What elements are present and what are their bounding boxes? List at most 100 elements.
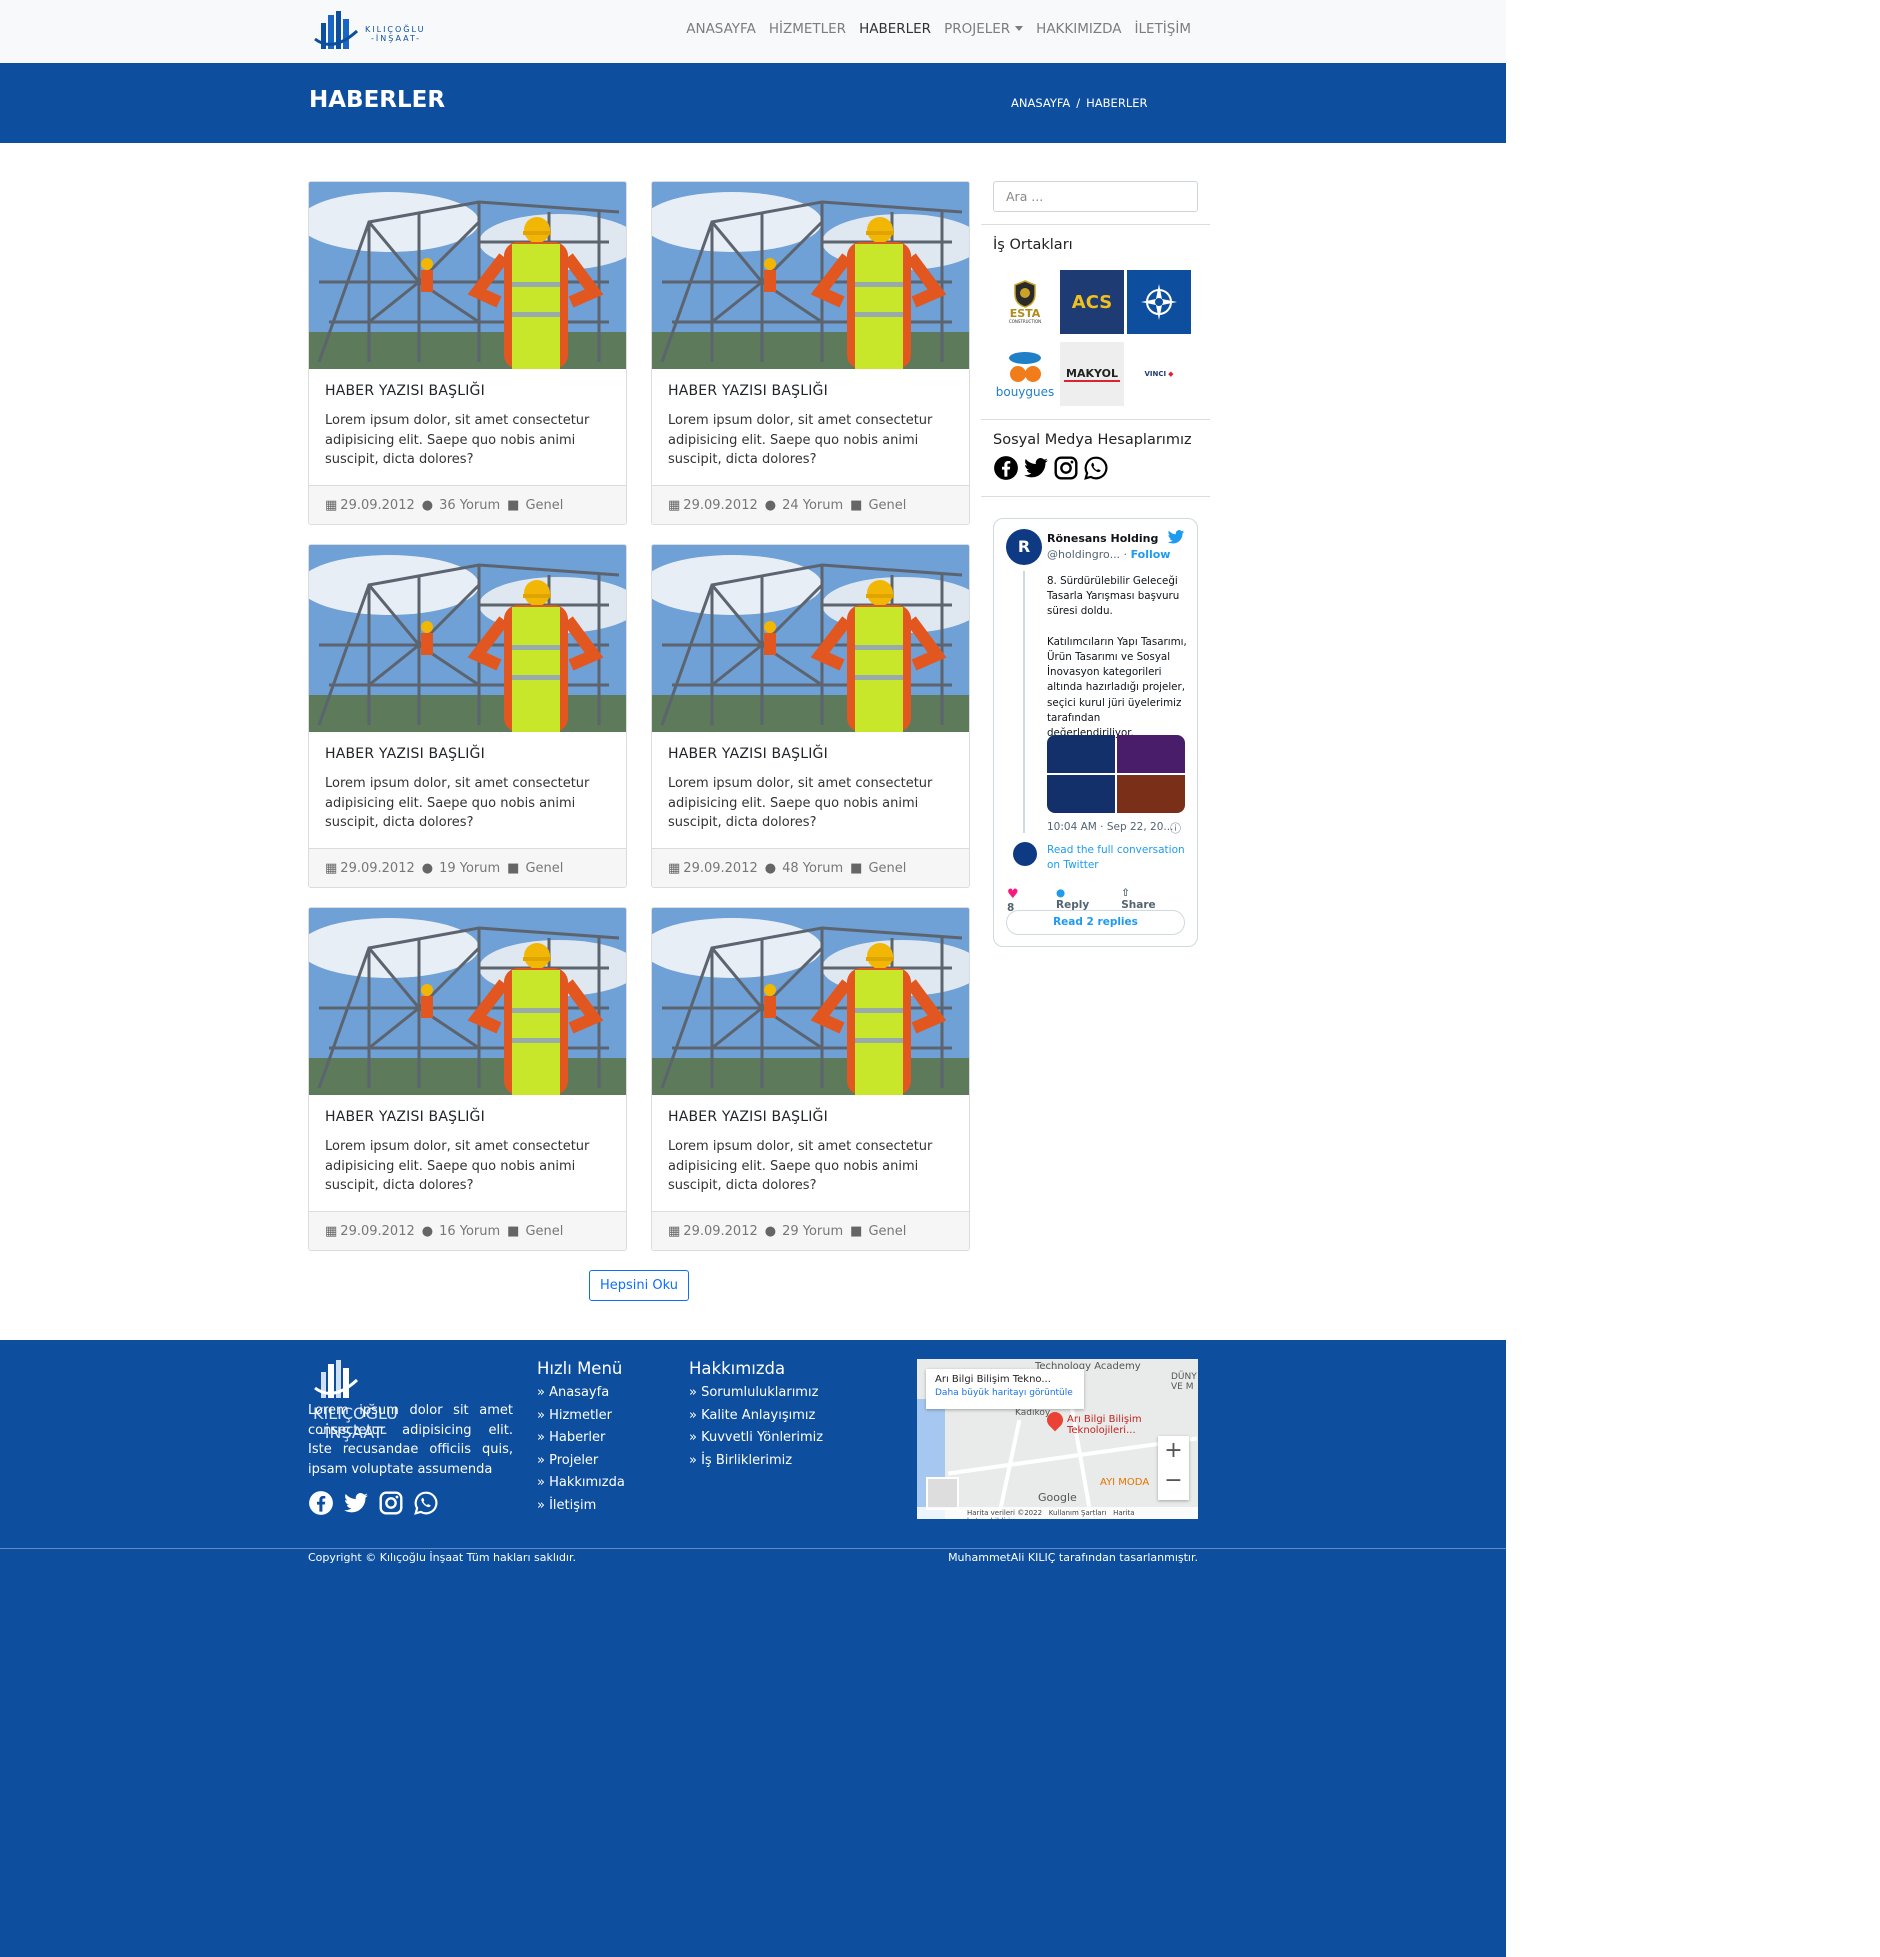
news-card-comments[interactable]: 48 Yorum — [782, 861, 843, 876]
quick-menu-list: » Anasayfa » Hizmetler » Haberler » Proj… — [537, 1382, 625, 1517]
whatsapp-icon[interactable] — [1083, 455, 1109, 481]
tweet-follow-link[interactable]: Follow — [1131, 548, 1171, 561]
news-card[interactable]: HABER YAZISI BAŞLIĞI Lorem ipsum dolor, s… — [308, 181, 627, 525]
tweet-timestamp[interactable]: 10:04 AM · Sep 22, 20... — [1047, 821, 1173, 833]
main-nav: ANASAYFA HİZMETLER HABERLER PROJELER HAK… — [686, 21, 1191, 37]
news-card[interactable]: HABER YAZISI BAŞLIĞI Lorem ipsum dolor, s… — [308, 907, 627, 1251]
calendar-icon: ▦ — [668, 498, 681, 513]
footer-about-text: Lorem ipsum dolor sit amet consectetur a… — [308, 1403, 513, 1477]
news-card-image[interactable] — [652, 908, 969, 1095]
footer-link-sorumluluklar[interactable]: » Sorumluluklarımız — [689, 1382, 823, 1405]
read-replies-button[interactable]: Read 2 replies — [1006, 910, 1185, 935]
map-road — [996, 1419, 1022, 1519]
footer-link-iletisim[interactable]: » İletişim — [537, 1495, 625, 1518]
brand-logo[interactable]: KILIÇOĞLU -İNŞAAT- — [313, 9, 443, 51]
news-card[interactable]: HABER YAZISI BAŞLIĞI Lorem ipsum dolor, s… — [651, 544, 970, 888]
footer-link-projeler[interactable]: » Projeler — [537, 1450, 625, 1473]
facebook-icon[interactable] — [308, 1490, 334, 1516]
news-card-meta: ▦ 29.09.2012 ● 16 Yorum ■ Genel — [309, 1211, 626, 1250]
calendar-icon: ▦ — [668, 1224, 681, 1239]
info-icon[interactable]: ⓘ — [1170, 820, 1181, 836]
folder-icon: ■ — [850, 498, 863, 513]
partner-bouygues-logo[interactable]: bouygues — [993, 342, 1057, 406]
quick-menu-title: Hızlı Menü — [537, 1359, 623, 1378]
map-street-view-thumb[interactable] — [926, 1477, 959, 1510]
news-card-comments[interactable]: 19 Yorum — [439, 861, 500, 876]
heart-icon: ♥ — [1007, 887, 1019, 902]
news-card-comments[interactable]: 16 Yorum — [439, 1224, 500, 1239]
tweet-handle-text[interactable]: @holdingro... — [1047, 548, 1120, 561]
news-card-category[interactable]: Genel — [868, 861, 906, 876]
logo-text-line1: KILIÇOĞLU — [365, 25, 426, 34]
news-card[interactable]: HABER YAZISI BAŞLIĞI Lorem ipsum dolor, s… — [651, 181, 970, 525]
tweet-author-name[interactable]: Rönesans Holding — [1047, 532, 1158, 545]
partner-makyol-logo[interactable]: MAKYOL — [1060, 342, 1124, 406]
news-card-image[interactable] — [309, 182, 626, 369]
footer-link-hakkimizda[interactable]: » Hakkımızda — [537, 1472, 625, 1495]
instagram-icon[interactable] — [378, 1490, 404, 1516]
read-full-conversation-link[interactable]: Read the full conversation on Twitter — [1047, 843, 1187, 873]
partner-acs-logo[interactable]: ACS — [1060, 270, 1124, 334]
search-input[interactable]: Ara ... — [993, 181, 1198, 212]
copyright-text: Copyright © Kılıçoğlu İnşaat Tüm hakları… — [308, 1551, 576, 1564]
nav-hakkimizda[interactable]: HAKKIMIZDA — [1036, 21, 1121, 37]
news-card-comments[interactable]: 24 Yorum — [782, 498, 843, 513]
partner-esta-name: ESTA — [1009, 307, 1041, 320]
vinci-mark-icon: ◆ — [1168, 370, 1174, 378]
news-card-title[interactable]: HABER YAZISI BAŞLIĞI — [668, 383, 828, 399]
footer-link-birlikler[interactable]: » İş Birliklerimiz — [689, 1450, 823, 1473]
zoom-out-button[interactable]: − — [1158, 1466, 1189, 1496]
news-card-title[interactable]: HABER YAZISI BAŞLIĞI — [668, 746, 828, 762]
tweet-avatar-small — [1013, 842, 1037, 866]
facebook-icon[interactable] — [993, 455, 1019, 481]
nav-haberler[interactable]: HABERLER — [859, 21, 931, 37]
news-card[interactable]: HABER YAZISI BAŞLIĞI Lorem ipsum dolor, s… — [651, 907, 970, 1251]
twitter-icon[interactable] — [1023, 455, 1049, 481]
news-card-title[interactable]: HABER YAZISI BAŞLIĞI — [325, 746, 485, 762]
news-card-image[interactable] — [309, 908, 626, 1095]
map-terms-link[interactable]: Kullanım Şartları — [1049, 1509, 1107, 1517]
footer-link-haberler[interactable]: » Haberler — [537, 1427, 625, 1450]
news-card-category[interactable]: Genel — [525, 1224, 563, 1239]
news-card-title[interactable]: HABER YAZISI BAŞLIĞI — [325, 1109, 485, 1125]
news-card-comments[interactable]: 29 Yorum — [782, 1224, 843, 1239]
breadcrumb-home[interactable]: ANASAYFA — [1011, 96, 1070, 110]
news-card-category[interactable]: Genel — [525, 861, 563, 876]
footer-link-yonler[interactable]: » Kuvvetli Yönlerimiz — [689, 1427, 823, 1450]
footer-link-hizmetler[interactable]: » Hizmetler — [537, 1405, 625, 1428]
footer-link-kalite[interactable]: » Kalite Anlayışımız — [689, 1405, 823, 1428]
nav-iletisim[interactable]: İLETİŞİM — [1135, 21, 1191, 37]
news-card-image[interactable] — [652, 182, 969, 369]
comment-icon: ● — [764, 861, 777, 876]
nav-projeler-dropdown[interactable]: PROJELER — [944, 21, 1024, 37]
news-card-comments[interactable]: 36 Yorum — [439, 498, 500, 513]
partner-vinci-logo[interactable]: VINCI ◆ — [1127, 342, 1191, 406]
whatsapp-icon[interactable] — [413, 1490, 439, 1516]
news-card-category[interactable]: Genel — [868, 1224, 906, 1239]
footer-link-anasayfa[interactable]: » Anasayfa — [537, 1382, 625, 1405]
map-data-attr: Harita verileri ©2022 — [967, 1509, 1043, 1517]
news-card-title[interactable]: HABER YAZISI BAŞLIĞI — [668, 1109, 828, 1125]
news-card-category[interactable]: Genel — [525, 498, 563, 513]
footer-logo[interactable]: KILIÇOĞLU -İNŞAAT- — [313, 1358, 443, 1442]
google-map[interactable]: Technology Academy Kadıköy DÜNY VE M AYI… — [917, 1359, 1198, 1519]
nav-anasayfa[interactable]: ANASAYFA — [686, 21, 756, 37]
zoom-in-button[interactable]: + — [1158, 1436, 1189, 1466]
read-all-button[interactable]: Hepsini Oku — [589, 1270, 689, 1301]
partner-esta-logo[interactable]: ESTA CONSTRUCTION — [993, 270, 1057, 334]
twitter-bird-icon[interactable] — [1167, 529, 1185, 549]
calendar-icon: ▦ — [325, 498, 338, 513]
news-card[interactable]: HABER YAZISI BAŞLIĞI Lorem ipsum dolor, s… — [308, 544, 627, 888]
twitter-icon[interactable] — [343, 1490, 369, 1516]
news-card-image[interactable] — [309, 545, 626, 732]
news-card-image[interactable] — [652, 545, 969, 732]
map-larger-link[interactable]: Daha büyük haritayı görüntüle — [935, 1388, 1075, 1398]
partner-compass-logo[interactable] — [1127, 270, 1191, 334]
reply-bubble-icon: ● — [1056, 887, 1066, 899]
tweet-avatar[interactable]: R — [1006, 529, 1042, 565]
news-card-title[interactable]: HABER YAZISI BAŞLIĞI — [325, 383, 485, 399]
tweet-media-grid[interactable] — [1047, 735, 1185, 813]
nav-hizmetler[interactable]: HİZMETLER — [769, 21, 846, 37]
news-card-category[interactable]: Genel — [868, 498, 906, 513]
instagram-icon[interactable] — [1053, 455, 1079, 481]
